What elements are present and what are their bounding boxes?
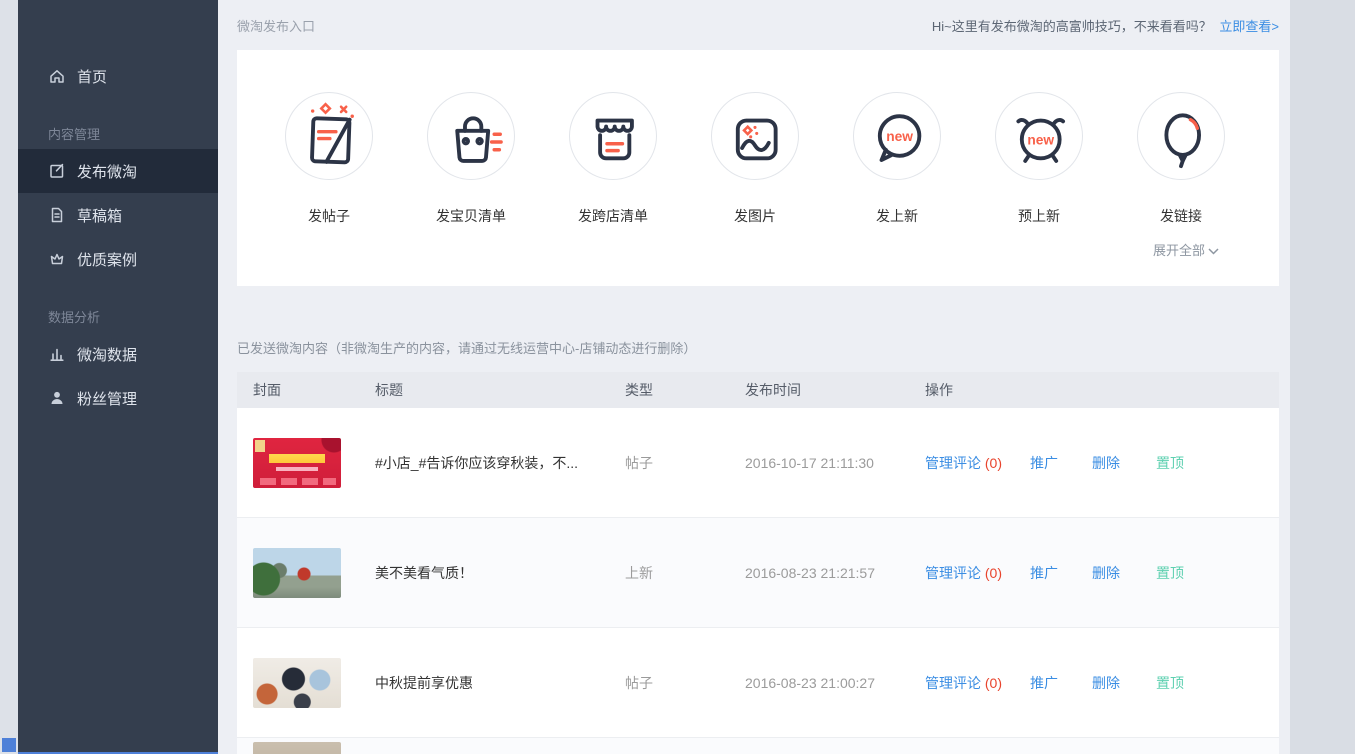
bar-chart-icon (48, 345, 66, 363)
table-row-partial (237, 738, 1279, 754)
sidebar-item-label: 首页 (77, 66, 107, 87)
sidebar-item-label: 发布微淘 (77, 161, 137, 182)
sidebar-item-quality-cases[interactable]: 优质案例 (18, 237, 218, 281)
speech-new-icon: new (853, 92, 941, 180)
expand-all-button[interactable]: 展开全部 (285, 240, 1225, 259)
entry-item-list[interactable]: 发宝贝清单 (427, 92, 515, 226)
left-rail (0, 0, 18, 754)
pin-top-link[interactable]: 置顶 (1156, 673, 1184, 693)
sidebar-item-weitao-data[interactable]: 微淘数据 (18, 332, 218, 376)
entry-label: 发链接 (1160, 206, 1202, 226)
sidebar-item-label: 草稿箱 (77, 205, 122, 226)
edit-square-icon (48, 162, 66, 180)
alarm-new-icon: new (995, 92, 1083, 180)
entry-label: 发宝贝清单 (436, 206, 506, 226)
row-title[interactable]: 中秋提前享优惠 (375, 673, 625, 693)
entry-label: 发上新 (876, 206, 918, 226)
comment-count: (0) (985, 565, 1002, 581)
promo-banner-thumbnail[interactable] (253, 438, 341, 488)
manage-comments-link[interactable]: 管理评论 (0) (925, 453, 1002, 473)
sidebar-item-home[interactable]: 首页 (18, 54, 218, 98)
sidebar-item-label: 优质案例 (77, 249, 137, 270)
entry-image[interactable]: 发图片 (711, 92, 799, 226)
topbar: 微淘发布入口 Hi~这里有发布微淘的高富帅技巧，不来看看吗？ 立即查看> (237, 0, 1279, 50)
entry-cross-store-list[interactable]: 发跨店清单 (569, 92, 657, 226)
promo-link[interactable]: 立即查看> (1219, 19, 1279, 34)
publish-entries-panel: 发帖子 (237, 50, 1279, 286)
manage-comments-link[interactable]: 管理评论 (0) (925, 673, 1002, 693)
sidebar-section-content-mgmt: 内容管理 (18, 98, 218, 149)
header-cover: 封面 (253, 380, 375, 400)
row-type: 帖子 (625, 453, 745, 473)
sidebar-section-data-analysis: 数据分析 (18, 281, 218, 332)
comment-count: (0) (985, 675, 1002, 691)
entry-link[interactable]: 发链接 (1137, 92, 1225, 226)
promo-text: Hi~这里有发布微淘的高富帅技巧，不来看看吗？ (932, 19, 1212, 34)
sent-content-table: 封面 标题 类型 发布时间 操作 #小店_#告诉你应该穿秋装，不... 帖子 2… (237, 372, 1279, 754)
draft-file-icon (48, 206, 66, 224)
user-icon (48, 389, 66, 407)
row-time: 2016-08-23 21:00:27 (745, 675, 925, 691)
main-content: 微淘发布入口 Hi~这里有发布微淘的高富帅技巧，不来看看吗？ 立即查看> (218, 0, 1290, 754)
rail-bottom-badge (2, 738, 16, 752)
publish-entries-row: 发帖子 (285, 92, 1225, 226)
home-icon (48, 67, 66, 85)
delete-link[interactable]: 删除 (1092, 673, 1120, 693)
header-actions: 操作 (925, 380, 1279, 400)
table-row: 美不美看气质！ 上新 2016-08-23 21:21:57 管理评论 (0) … (237, 518, 1279, 628)
promo-message: Hi~这里有发布微淘的高富帅技巧，不来看看吗？ 立即查看> (932, 16, 1279, 35)
sidebar-item-publish-weitao[interactable]: 发布微淘 (18, 149, 218, 193)
sidebar-item-label: 粉丝管理 (77, 388, 137, 409)
header-title: 标题 (375, 380, 625, 400)
row-title[interactable]: 美不美看气质！ (375, 563, 625, 583)
crown-icon (48, 250, 66, 268)
row-type: 上新 (625, 563, 745, 583)
pin-top-link[interactable]: 置顶 (1156, 453, 1184, 473)
entry-label: 发图片 (734, 206, 776, 226)
entry-new-arrival[interactable]: new 发上新 (853, 92, 941, 226)
promote-link[interactable]: 推广 (1030, 673, 1058, 693)
svg-text:new: new (886, 129, 913, 144)
comment-count: (0) (985, 455, 1002, 471)
pin-top-link[interactable]: 置顶 (1156, 563, 1184, 583)
row-type: 帖子 (625, 673, 745, 693)
outdoor-photo-thumbnail[interactable] (253, 548, 341, 598)
sidebar-item-fans-mgmt[interactable]: 粉丝管理 (18, 376, 218, 420)
row-time: 2016-08-23 21:21:57 (745, 565, 925, 581)
entry-label: 发跨店清单 (578, 206, 648, 226)
svg-text:new: new (1027, 133, 1054, 148)
entry-pre-new-arrival[interactable]: new 预上新 (995, 92, 1083, 226)
image-icon (711, 92, 799, 180)
page-title: 微淘发布入口 (237, 16, 315, 35)
sent-content-section-title: 已发送微淘内容（非微淘生产的内容，请通过无线运营中心-店铺动态进行删除） (237, 338, 1279, 357)
promote-link[interactable]: 推广 (1030, 563, 1058, 583)
sidebar-item-drafts[interactable]: 草稿箱 (18, 193, 218, 237)
promote-link[interactable]: 推广 (1030, 453, 1058, 473)
entry-label: 预上新 (1018, 206, 1060, 226)
balloon-icon (1137, 92, 1225, 180)
delete-link[interactable]: 删除 (1092, 453, 1120, 473)
shopping-bag-icon (427, 92, 515, 180)
row-time: 2016-10-17 21:11:30 (745, 455, 925, 471)
delete-link[interactable]: 删除 (1092, 563, 1120, 583)
sidebar: 首页 内容管理 发布微淘 草稿箱 优质案例 数据分析 微淘数据 粉丝管理 (18, 0, 218, 754)
expand-all-label: 展开全部 (1153, 243, 1205, 258)
entry-label: 发帖子 (308, 206, 350, 226)
row-title[interactable]: #小店_#告诉你应该穿秋装，不... (375, 453, 625, 473)
table-header-row: 封面 标题 类型 发布时间 操作 (237, 372, 1279, 408)
header-time: 发布时间 (745, 380, 925, 400)
sidebar-item-label: 微淘数据 (77, 344, 137, 365)
entry-post[interactable]: 发帖子 (285, 92, 373, 226)
partial-thumbnail[interactable] (253, 742, 341, 754)
manage-comments-link[interactable]: 管理评论 (0) (925, 563, 1002, 583)
chevron-down-icon (1208, 248, 1219, 255)
header-type: 类型 (625, 380, 745, 400)
post-pen-icon (285, 92, 373, 180)
table-row: 中秋提前享优惠 帖子 2016-08-23 21:00:27 管理评论 (0) … (237, 628, 1279, 738)
table-row: #小店_#告诉你应该穿秋装，不... 帖子 2016-10-17 21:11:3… (237, 408, 1279, 518)
fashion-photo-thumbnail[interactable] (253, 658, 341, 708)
storefront-icon (569, 92, 657, 180)
